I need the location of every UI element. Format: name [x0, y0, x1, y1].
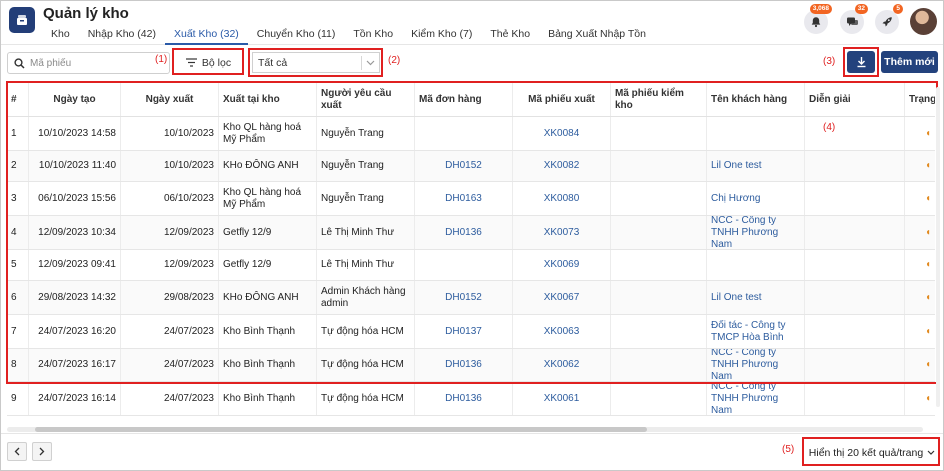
chat-icon	[846, 17, 858, 26]
app-header: Quản lý kho Kho Nhập Kho (42) Xuất Kho (…	[1, 1, 943, 45]
filter-button[interactable]: Bộ lọc	[177, 52, 240, 73]
notifications-button[interactable]: 3,068	[804, 4, 832, 34]
cell-customer[interactable]: NCC - Công ty TNHH Phương Nam	[707, 382, 805, 415]
tab-nhap-kho[interactable]: Nhập Kho (42)	[79, 27, 165, 45]
horizontal-scrollbar-thumb[interactable]	[35, 427, 647, 432]
cell-customer-text: NCC - Công ty TNHH Phương Nam	[711, 382, 779, 415]
horizontal-scrollbar[interactable]	[7, 427, 923, 432]
rocket-icon	[882, 17, 892, 27]
select-separator	[361, 56, 362, 70]
annotation-3: (3)	[823, 56, 836, 67]
cell-created-text: 24/07/2023 16:14	[38, 392, 116, 404]
cell-exported: 24/07/2023	[121, 382, 219, 415]
cell-slip-text: XK0061	[543, 392, 580, 404]
cell-status: ◖	[905, 382, 935, 415]
tab-kiem-kho[interactable]: Kiểm Kho (7)	[402, 27, 481, 45]
download-button[interactable]	[847, 51, 875, 73]
status-select-value: Tất cả	[258, 57, 288, 69]
tab-chuyen-kho[interactable]: Chuyển Kho (11)	[248, 27, 345, 45]
status-select[interactable]: Tất cả	[252, 52, 380, 73]
chevron-down-icon	[366, 60, 375, 66]
messages-badge: 32	[854, 4, 868, 14]
avatar[interactable]	[910, 8, 937, 35]
cell-requester: Tự động hóa HCM	[317, 382, 415, 415]
status-indicator-icon: ◖	[924, 392, 931, 404]
warehouse-icon[interactable]	[9, 7, 35, 33]
table-row[interactable]: 9 24/07/2023 16:14 24/07/2023 Kho Bình Thạn…	[7, 382, 935, 416]
chevron-right-icon	[39, 447, 45, 456]
annotation-box-4	[6, 81, 938, 384]
tab-bang-xuat-nhap-ton[interactable]: Bảng Xuất Nhập Tồn	[539, 27, 655, 45]
chevron-down-icon	[927, 450, 935, 455]
tab-xuat-kho[interactable]: Xuất Kho (32)	[164, 27, 248, 45]
cell-warehouse: Kho Bình Thạnh	[219, 382, 317, 415]
download-icon	[857, 57, 865, 68]
rocket-button[interactable]: 5	[875, 4, 903, 34]
add-new-button[interactable]: Thêm mới	[881, 51, 938, 73]
annotation-5: (5)	[782, 444, 795, 455]
tab-ton-kho[interactable]: Tồn Kho	[344, 27, 402, 45]
page-title: Quản lý kho	[43, 5, 129, 22]
annotation-2: (2)	[388, 55, 401, 66]
cell-requester-text: Tự động hóa HCM	[321, 392, 404, 404]
search-box	[7, 52, 170, 74]
page-size-select[interactable]: Hiển thị 20 kết quả/trang	[807, 441, 937, 464]
module-tabs: Kho Nhập Kho (42) Xuất Kho (32) Chuyển K…	[43, 27, 655, 45]
cell-exported-text: 24/07/2023	[163, 392, 214, 404]
search-icon	[14, 58, 25, 69]
cell-no-text: 9	[11, 392, 17, 404]
rocket-badge: 5	[893, 4, 903, 14]
filter-icon	[185, 58, 197, 67]
cell-order-text: DH0136	[445, 392, 482, 404]
cell-slip[interactable]: XK0061	[513, 382, 611, 415]
page-size-label: Hiển thị 20 kết quả/trang	[808, 446, 924, 459]
next-page-button[interactable]	[32, 442, 52, 461]
cell-warehouse-text: Kho Bình Thạnh	[223, 392, 296, 404]
app-window: Quản lý kho Kho Nhập Kho (42) Xuất Kho (…	[0, 0, 944, 471]
cell-check	[611, 382, 707, 415]
search-input[interactable]	[30, 55, 166, 71]
cell-created: 24/07/2023 16:14	[29, 382, 121, 415]
chevron-left-icon	[14, 447, 20, 456]
tab-the-kho[interactable]: Thẻ Kho	[481, 27, 539, 45]
prev-page-button[interactable]	[7, 442, 27, 461]
vertical-scrollbar[interactable]	[936, 87, 940, 407]
cell-description	[805, 382, 905, 415]
bell-icon	[811, 17, 821, 28]
notifications-badge: 3,068	[809, 4, 832, 14]
tab-kho[interactable]: Kho	[43, 27, 79, 45]
cell-order[interactable]: DH0136	[415, 382, 513, 415]
messages-button[interactable]: 32	[840, 4, 868, 34]
filter-button-label: Bộ lọc	[201, 56, 232, 69]
cell-no: 9	[7, 382, 29, 415]
annotation-1: (1)	[155, 54, 168, 65]
